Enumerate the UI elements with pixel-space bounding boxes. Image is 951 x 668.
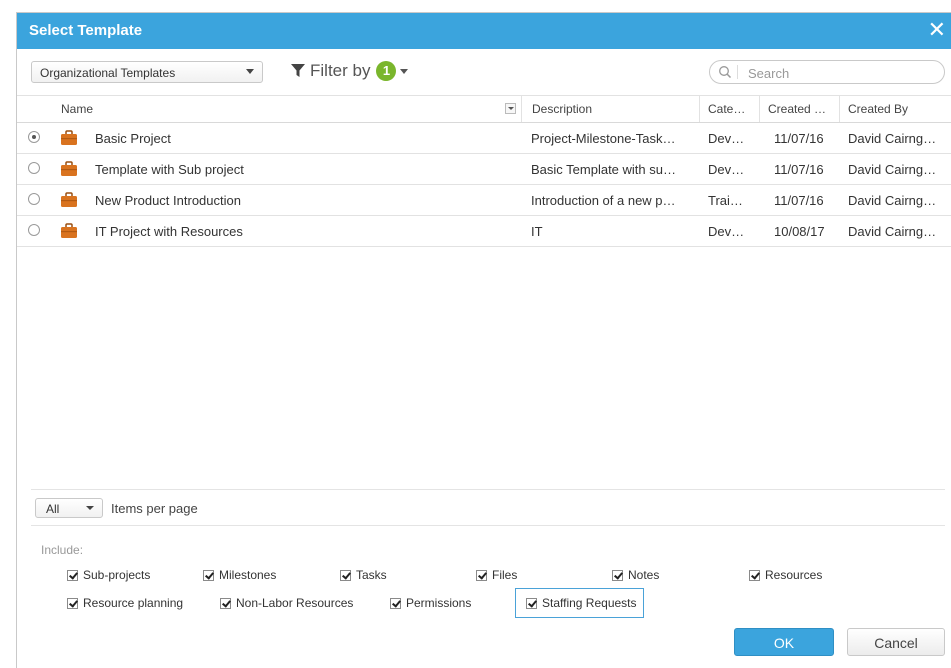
checkbox-checked-icon [67,597,78,609]
filter-caret-icon [400,68,409,74]
row-category: Dev… [708,130,745,146]
row-description: Project-Milestone-Task… [531,130,676,146]
dialog-title-bar: Select Template ✕ [17,13,951,49]
checkbox-checked-icon [67,569,78,581]
briefcase-icon [61,130,77,145]
checkbox-checked-icon [340,569,351,581]
dialog-title: Select Template [29,22,143,39]
row-category: Dev… [708,161,745,177]
row-radio[interactable] [28,162,40,174]
checkbox-checked-icon [220,597,231,609]
include-files-checkbox[interactable]: Files [476,566,517,584]
row-created-by: David Cairng… [848,192,937,208]
briefcase-icon [61,161,77,176]
row-category: Trai… [708,192,743,208]
row-name: Template with Sub project [95,161,244,177]
briefcase-icon [61,192,77,207]
filter-funnel-icon [291,64,305,77]
select-template-dialog: Select Template ✕ Organizational Templat… [16,12,951,668]
row-created-by: David Cairng… [848,130,937,146]
column-header-category[interactable]: Cate… [699,96,759,122]
row-radio[interactable] [28,193,40,205]
table-row[interactable]: Template with Sub project Basic Template… [17,154,951,185]
include-resource-planning-checkbox[interactable]: Resource planning [67,594,183,612]
search-box [709,60,945,84]
filter-by-button[interactable]: Filter by 1 [291,59,409,83]
row-description: Introduction of a new p… [531,192,676,208]
items-per-page-value: All [46,502,60,516]
include-tasks-checkbox[interactable]: Tasks [340,566,387,584]
column-header-created[interactable]: Created … [759,96,839,122]
row-radio-selected[interactable] [28,131,40,143]
row-name: IT Project with Resources [95,223,243,239]
column-header-created-by[interactable]: Created By [839,96,951,122]
row-created: 10/08/17 [774,223,825,239]
include-staffing-requests-checkbox[interactable]: Staffing Requests [515,588,644,618]
checkbox-checked-icon [476,569,487,581]
column-menu-icon[interactable] [505,103,516,114]
row-created: 11/07/16 [774,161,824,177]
table-row[interactable]: Basic Project Project-Milestone-Task… De… [17,123,951,154]
checkbox-checked-icon [390,597,401,609]
templates-grid: Name Description Cate… Created … Created… [17,95,951,247]
row-description: IT [531,223,543,239]
items-per-page-select[interactable]: All [35,498,103,518]
include-notes-checkbox[interactable]: Notes [612,566,659,584]
briefcase-icon [61,223,77,238]
checkbox-checked-icon [612,569,623,581]
filter-count-badge: 1 [376,61,397,81]
include-permissions-checkbox[interactable]: Permissions [390,594,471,612]
row-created: 11/07/16 [774,130,824,146]
include-label: Include: [41,543,84,557]
checkbox-checked-icon [203,569,214,581]
column-header-description[interactable]: Description [521,96,699,122]
chevron-down-icon [86,506,94,510]
checkbox-checked-icon [526,597,537,609]
close-icon[interactable]: ✕ [928,17,946,43]
row-created-by: David Cairng… [848,161,937,177]
search-icon [719,66,732,79]
row-created: 11/07/16 [774,192,824,208]
search-divider [737,65,738,79]
include-milestones-checkbox[interactable]: Milestones [203,566,276,584]
checkbox-checked-icon [749,569,760,581]
divider [31,525,945,526]
include-sub-projects-checkbox[interactable]: Sub-projects [67,566,150,584]
row-name: New Product Introduction [95,192,241,208]
table-row[interactable]: IT Project with Resources IT Dev… 10/08/… [17,216,951,247]
ok-button[interactable]: OK [734,628,834,656]
template-source-dropdown[interactable]: Organizational Templates [31,61,263,83]
template-source-value: Organizational Templates [40,66,176,80]
row-category: Dev… [708,223,745,239]
grid-header: Name Description Cate… Created … Created… [17,95,951,123]
row-created-by: David Cairng… [848,223,937,239]
column-header-name[interactable]: Name [61,96,521,122]
table-row[interactable]: New Product Introduction Introduction of… [17,185,951,216]
cancel-button[interactable]: Cancel [847,628,945,656]
items-per-page-label: Items per page [111,501,198,516]
search-input[interactable] [746,63,940,83]
divider [31,489,945,490]
row-radio[interactable] [28,224,40,236]
filter-by-label: Filter by [310,61,371,80]
row-description: Basic Template with su… [531,161,676,177]
include-resources-checkbox[interactable]: Resources [749,566,822,584]
chevron-down-icon [246,69,254,74]
row-name: Basic Project [95,130,171,146]
include-non-labor-resources-checkbox[interactable]: Non-Labor Resources [220,594,353,612]
